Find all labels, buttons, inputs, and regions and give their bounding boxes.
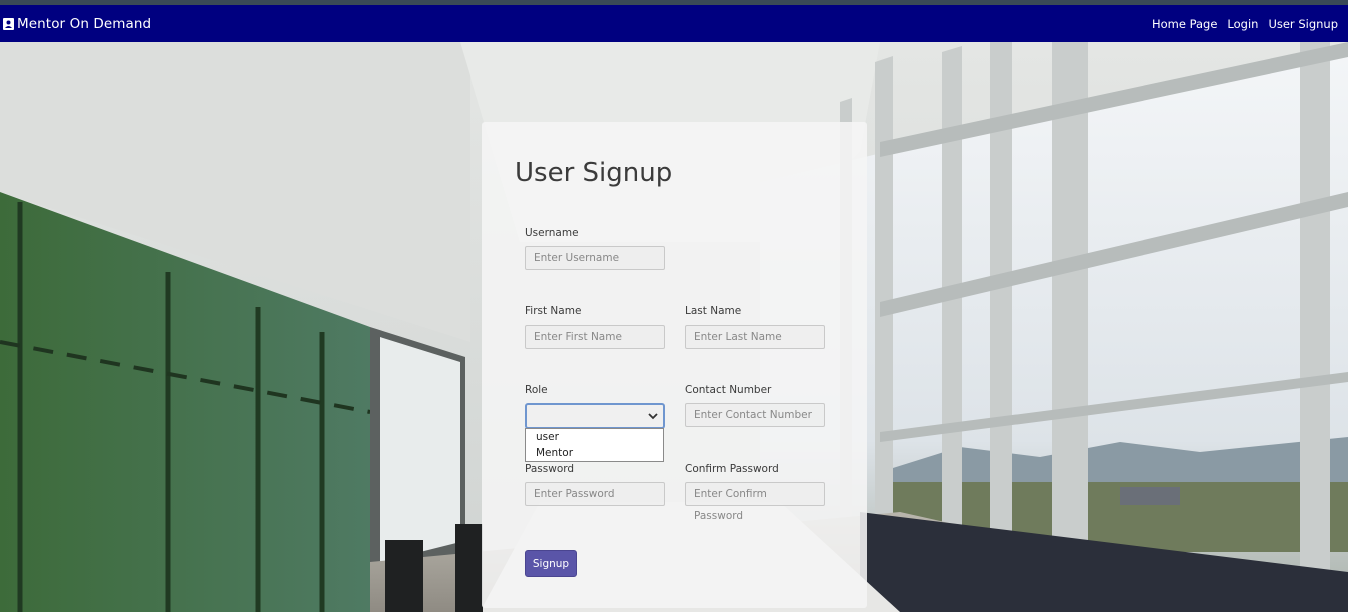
last-name-input[interactable]: Enter Last Name <box>685 325 825 349</box>
password-input[interactable]: Enter Password <box>525 482 665 506</box>
contact-number-label: Contact Number <box>685 384 772 396</box>
role-option-mentor[interactable]: Mentor <box>526 445 663 461</box>
username-input[interactable]: Enter Username <box>525 246 665 270</box>
brand-title: Mentor On Demand <box>17 15 152 32</box>
confirm-password-input[interactable]: Enter Confirm Password <box>685 482 825 522</box>
contact-number-input[interactable]: Enter Contact Number <box>685 403 825 427</box>
nav-links: Home Page Login User Signup <box>1152 5 1338 42</box>
first-name-input[interactable]: Enter First Name <box>525 325 665 349</box>
chevron-down-icon <box>648 413 658 420</box>
nav-link-login[interactable]: Login <box>1227 17 1258 31</box>
contact-card-icon <box>3 17 14 30</box>
confirm-password-label: Confirm Password <box>685 463 779 475</box>
signup-card: User Signup Username Enter Username Firs… <box>482 122 867 608</box>
role-select[interactable] <box>525 403 665 429</box>
nav-link-home[interactable]: Home Page <box>1152 17 1217 31</box>
role-option-user[interactable]: user <box>526 429 663 445</box>
password-label: Password <box>525 463 575 475</box>
first-name-label: First Name <box>525 305 582 317</box>
role-dropdown: user Mentor <box>525 428 664 462</box>
role-label: Role <box>525 384 548 396</box>
last-name-label: Last Name <box>685 305 742 317</box>
page-title: User Signup <box>515 158 673 188</box>
username-label: Username <box>525 227 579 239</box>
page: Mentor On Demand Home Page Login User Si… <box>0 0 1348 612</box>
nav-link-user-signup[interactable]: User Signup <box>1268 17 1338 31</box>
brand[interactable]: Mentor On Demand <box>3 16 151 32</box>
navbar: Mentor On Demand Home Page Login User Si… <box>0 5 1348 42</box>
signup-button[interactable]: Signup <box>525 550 577 577</box>
